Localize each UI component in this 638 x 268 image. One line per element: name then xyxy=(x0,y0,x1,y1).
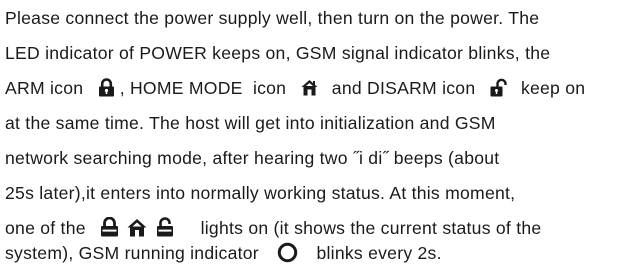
arm-icon-label: ARM icon xyxy=(5,78,84,98)
disarm-icon-label: and DISARM icon xyxy=(331,78,476,98)
ring-indicator-icon xyxy=(277,242,298,263)
text-line-4: at the same time. The host will get into… xyxy=(5,113,496,133)
blinks-every-text: blinks every 2s. xyxy=(316,243,442,263)
lights-on-text: lights on (it shows the current status o… xyxy=(200,218,542,238)
text-line-6: 25s later),it enters into normally worki… xyxy=(5,183,516,203)
unlocked-padlock-icon xyxy=(490,78,507,97)
gsm-running-indicator-text: system), GSM running indicator xyxy=(5,243,259,263)
home-mode-icon-label: , HOME MODE icon xyxy=(119,78,287,98)
unlocked-padlock-icon xyxy=(156,217,174,237)
instruction-paragraph: Please connect the power supply well, th… xyxy=(5,0,635,264)
one-of-the-text: one of the xyxy=(5,218,86,238)
locked-padlock-icon xyxy=(98,78,115,97)
text-line-1: Please connect the power supply well, th… xyxy=(5,8,540,28)
text-line-3: ARM icon , HOME MODE icon and DISARM ico… xyxy=(5,73,585,103)
locked-padlock-icon xyxy=(100,217,119,237)
text-line-2: LED indicator of POWER keeps on, GSM sig… xyxy=(5,43,551,63)
text-line-5: network searching mode, after hearing tw… xyxy=(5,148,500,168)
home-icon xyxy=(301,79,318,96)
home-icon xyxy=(127,218,147,237)
keep-on-text: keep on xyxy=(520,78,586,98)
